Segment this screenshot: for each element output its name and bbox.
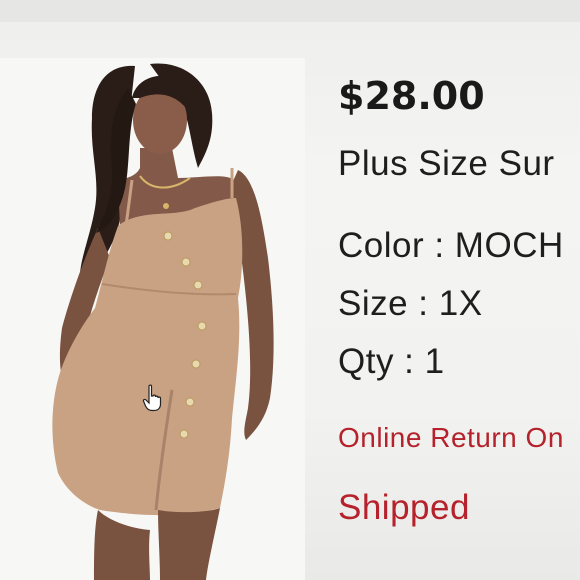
item-quantity: Qty : 1 [338,342,445,381]
order-item-details: $28.00 Plus Size Sur Color : MOCH Size :… [338,74,580,528]
item-color: Color : MOCH [338,226,564,265]
item-price: $28.00 [338,74,485,118]
order-item-screen: $28.00 Plus Size Sur Color : MOCH Size :… [0,0,580,580]
return-policy-note: Online Return On [338,422,564,453]
top-bar [0,0,580,22]
hand-pointer-icon [142,384,164,412]
product-image[interactable] [0,58,305,580]
shipment-status: Shipped [338,488,470,527]
item-size: Size : 1X [338,284,483,323]
product-name-link[interactable]: Plus Size Sur [338,144,580,184]
product-photo [52,63,274,580]
